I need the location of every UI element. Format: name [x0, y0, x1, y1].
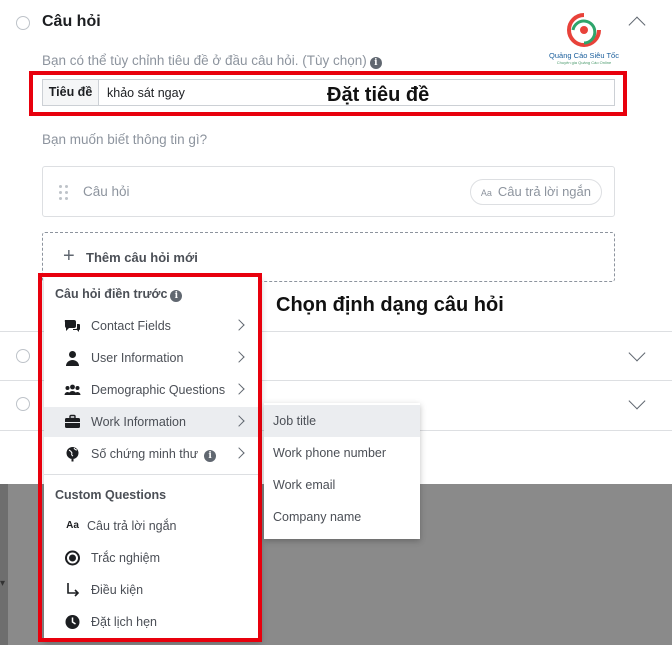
answer-type-pill[interactable]: Aa Câu trả lời ngắn	[469, 179, 602, 205]
question-card[interactable]: Câu hỏi Aa Câu trả lời ngắn	[42, 166, 615, 217]
brand-logo: Quảng Cáo Siêu Tốc Chuyên gia Quảng Cáo …	[549, 12, 619, 65]
chevron-up-icon[interactable]	[628, 16, 646, 34]
logo-mark-icon	[567, 13, 601, 47]
scroll-indicator-icon: ▾	[0, 578, 6, 589]
logo-tagline: Chuyên gia Quảng Cáo Online	[556, 60, 612, 65]
add-question-label: Thêm câu hỏi mới	[86, 250, 198, 265]
question-prompt: Bạn muốn biết thông tin gì?	[42, 132, 208, 147]
submenu-item-work-email[interactable]: Work email	[264, 469, 420, 501]
title-hint: Bạn có thể tùy chỉnh tiêu đề ở đầu câu h…	[42, 53, 382, 69]
chevron-down-icon-2[interactable]	[628, 392, 646, 410]
section-radio-3[interactable]	[16, 397, 30, 411]
plus-icon: +	[63, 245, 75, 267]
title-hint-text: Bạn có thể tùy chỉnh tiêu đề ở đầu câu h…	[42, 53, 367, 68]
work-information-submenu: Job title Work phone number Work email C…	[264, 403, 420, 539]
submenu-item-company-name[interactable]: Company name	[264, 501, 420, 533]
submenu-item-work-phone[interactable]: Work phone number	[264, 437, 420, 469]
annotation-choose-format: Chọn định dạng câu hỏi	[276, 294, 504, 316]
question-placeholder: Câu hỏi	[83, 184, 130, 199]
text-format-icon: Aa	[480, 188, 492, 198]
chevron-down-icon[interactable]	[628, 344, 646, 362]
section-radio-2[interactable]	[16, 349, 30, 363]
info-icon[interactable]: i	[369, 57, 382, 69]
background-strip	[0, 484, 8, 645]
answer-type-label: Câu trả lời ngắn	[497, 184, 591, 199]
annotation-set-title: Đặt tiêu đề	[327, 84, 430, 106]
drag-handle-icon[interactable]	[59, 185, 69, 201]
section-radio[interactable]	[16, 16, 30, 30]
submenu-item-job-title[interactable]: Job title	[264, 405, 420, 437]
logo-name: Quảng Cáo Siêu Tốc	[549, 51, 619, 60]
menu-highlight-box	[38, 273, 262, 642]
section-title: Câu hỏi	[42, 13, 101, 30]
